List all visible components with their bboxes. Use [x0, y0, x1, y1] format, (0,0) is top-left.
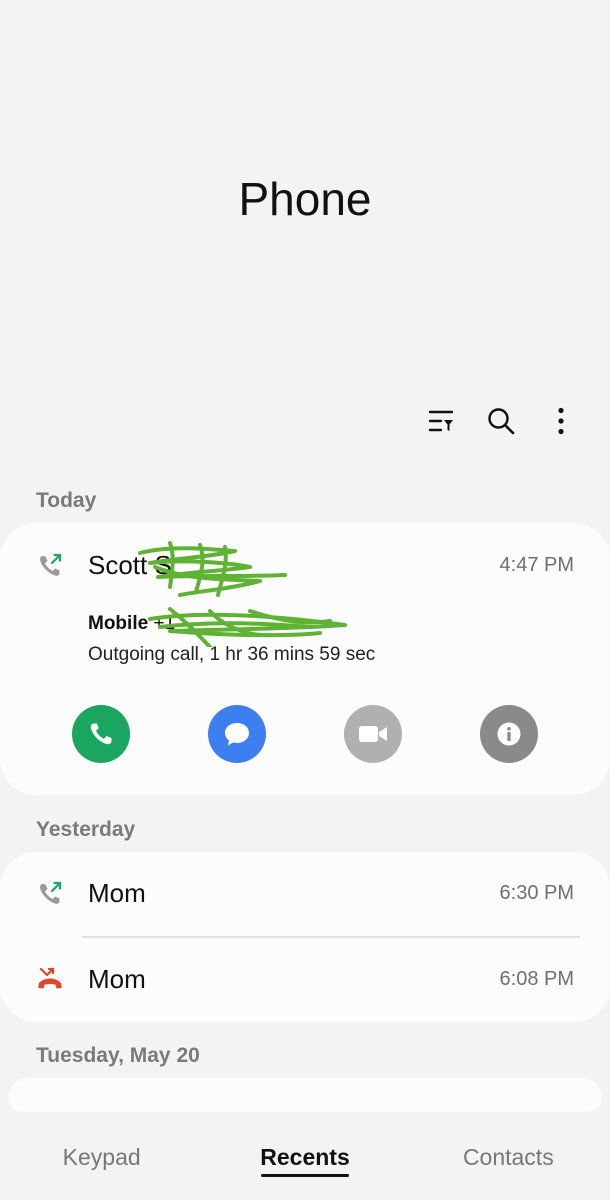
outgoing-call-icon: [40, 553, 62, 576]
number-line: Mobile +1: [88, 613, 175, 635]
message-icon: [225, 723, 249, 746]
more-vertical-icon: [558, 407, 564, 435]
recent-calls-card-partial[interactable]: [8, 1078, 602, 1112]
filter-button[interactable]: [420, 400, 462, 442]
filter-icon: [428, 410, 454, 432]
video-call-button[interactable]: [344, 705, 402, 763]
more-options-button[interactable]: [540, 400, 582, 442]
tab-label: Recents: [260, 1144, 350, 1170]
tab-label: Contacts: [462, 1144, 554, 1170]
call-time: 6:30 PM: [499, 882, 574, 904]
call-info: Outgoing call, 1 hr 36 mins 59 sec: [88, 644, 376, 665]
call-log-entry[interactable]: Mom 6:08 PM: [0, 946, 610, 1016]
info-icon: [497, 722, 521, 746]
tab-contacts[interactable]: Contacts: [407, 1130, 610, 1200]
search-icon: [488, 408, 515, 435]
outgoing-call-icon: [40, 881, 62, 904]
section-header-yesterday: Yesterday: [36, 818, 136, 841]
recent-calls-card: Mom 6:30 PM Mom 6:08 PM: [0, 852, 610, 1022]
contact-name: Mom: [88, 964, 146, 994]
search-button[interactable]: [480, 400, 522, 442]
tab-recents[interactable]: Recents: [203, 1130, 406, 1200]
divider: [82, 936, 580, 938]
section-header-today: Today: [36, 489, 97, 512]
bottom-navigation: Keypad Recents Contacts: [0, 1130, 610, 1200]
missed-call-icon: [38, 967, 62, 989]
details-button[interactable]: [480, 705, 538, 763]
recent-call-card-expanded: Scott S 4:47 PM Mobile +1 Outgoing call,…: [0, 523, 610, 795]
call-log-entry[interactable]: Scott S 4:47 PM: [0, 532, 610, 602]
tab-keypad[interactable]: Keypad: [0, 1130, 203, 1200]
phone-number: +1: [153, 613, 176, 634]
tab-label: Keypad: [62, 1144, 141, 1170]
number-label: Mobile: [88, 613, 149, 634]
contact-name: Scott S: [88, 550, 172, 580]
active-tab-indicator: [260, 1174, 349, 1177]
video-icon: [359, 726, 387, 742]
section-header-tuesday: Tuesday, May 20: [36, 1044, 200, 1067]
contact-name: Mom: [88, 878, 146, 908]
toolbar: [420, 400, 582, 442]
phone-icon: [90, 723, 112, 745]
call-time: 4:47 PM: [499, 554, 574, 576]
call-button[interactable]: [72, 705, 130, 763]
call-time: 6:08 PM: [499, 968, 574, 990]
message-button[interactable]: [208, 705, 266, 763]
page-title: Phone: [238, 173, 372, 225]
call-log-entry[interactable]: Mom 6:30 PM: [0, 860, 610, 930]
call-actions: [72, 705, 538, 763]
